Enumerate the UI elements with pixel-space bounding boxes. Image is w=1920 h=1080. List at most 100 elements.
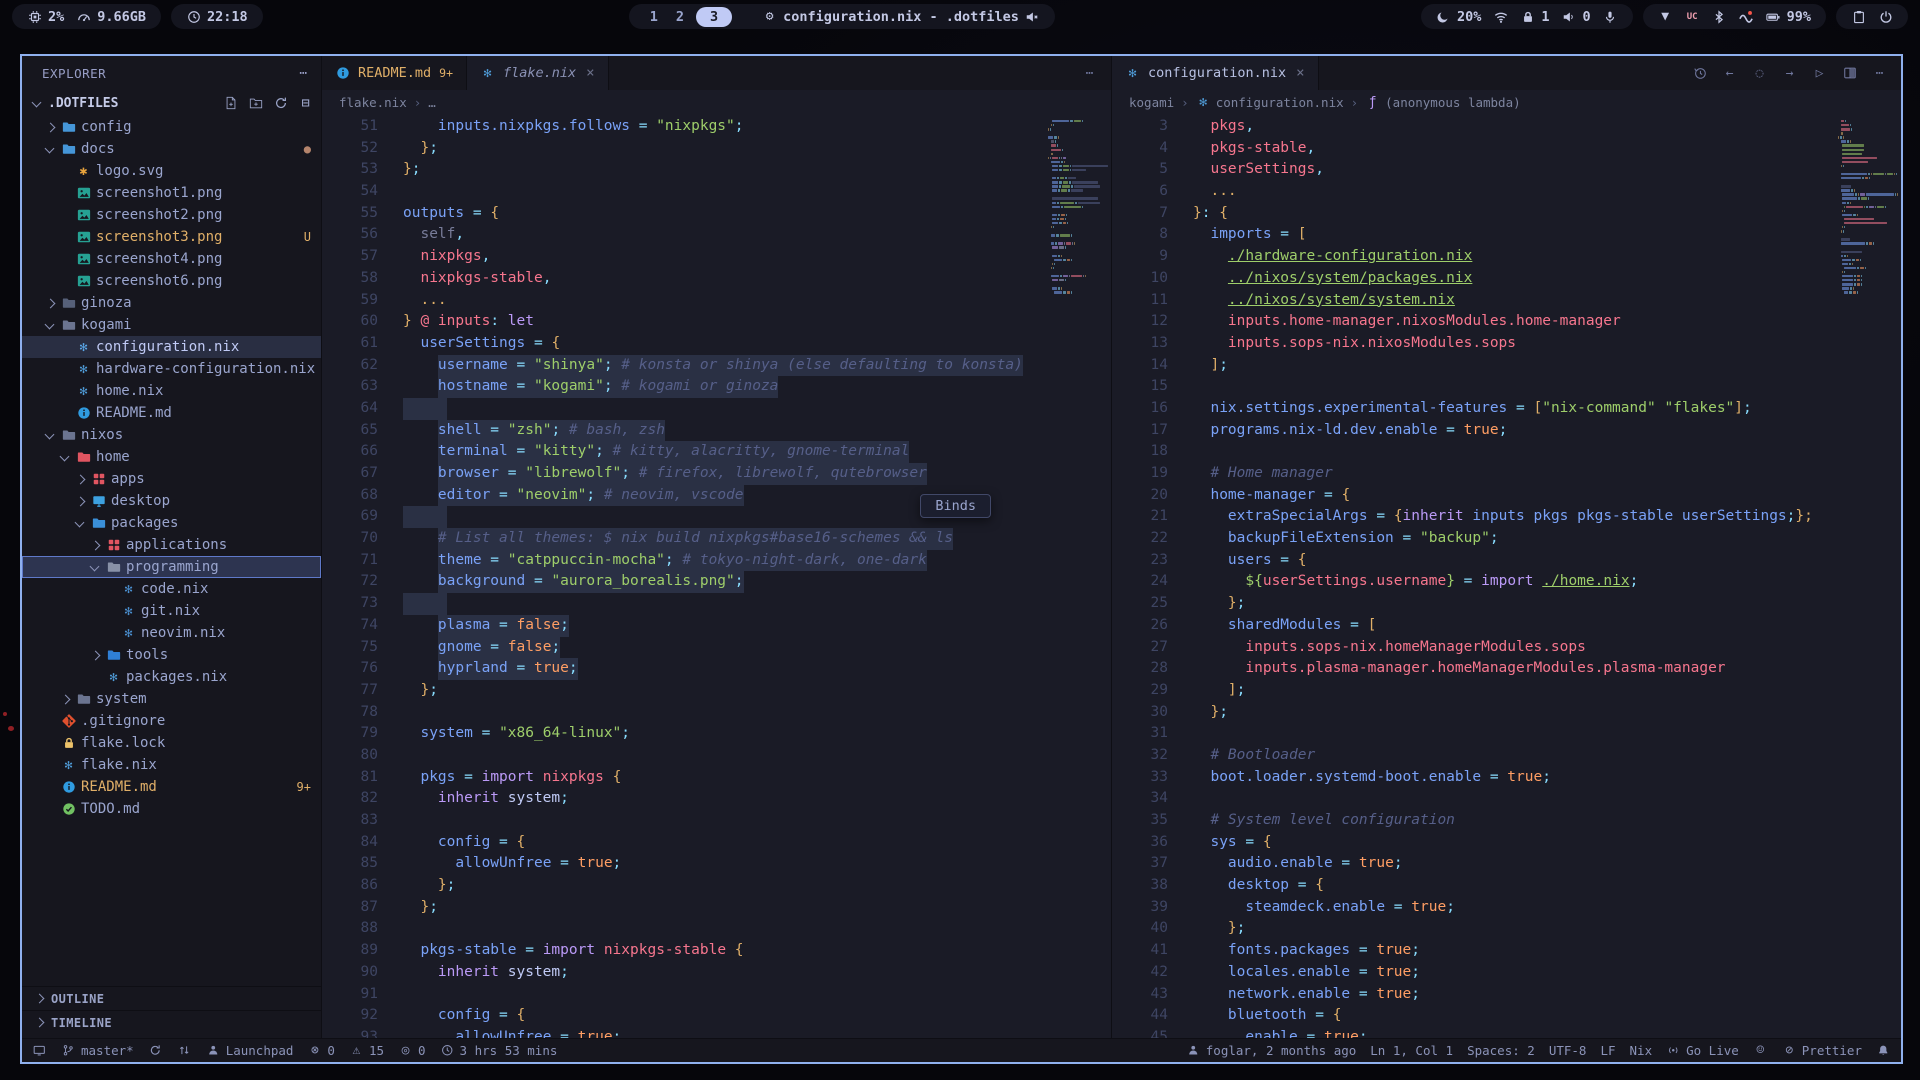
chevron-down-icon[interactable]: [58, 451, 71, 464]
circle-action-icon[interactable]: ◌: [1752, 66, 1767, 81]
code-area[interactable]: 3 pkgs,4 pkgs-stable,5 userSettings,6 ..…: [1112, 114, 1835, 1038]
tree-item-desktop[interactable]: desktop: [22, 490, 321, 512]
tree-item-tools[interactable]: tools: [22, 644, 321, 666]
tree-item-logo.svg[interactable]: ✱logo.svg: [22, 160, 321, 182]
breadcrumb-item[interactable]: ✻configuration.nix: [1196, 95, 1344, 110]
tree-item-screenshot6.png[interactable]: screenshot6.png: [22, 270, 321, 292]
brightness-indicator[interactable]: 20%: [1436, 9, 1481, 25]
tree-item-.gitignore[interactable]: .gitignore: [22, 710, 321, 732]
battery-indicator[interactable]: 99%: [1766, 9, 1811, 25]
statusbar-remote-indicator[interactable]: [32, 1043, 47, 1058]
tree-item-docs[interactable]: docs●: [22, 138, 321, 160]
chevron-down-icon[interactable]: [73, 517, 86, 530]
statusbar-indentation[interactable]: Spaces: 2: [1467, 1043, 1535, 1058]
tab-flake.nix[interactable]: ✻flake.nix×: [467, 56, 609, 90]
tree-item-home.nix[interactable]: ✻home.nix: [22, 380, 321, 402]
workspace-3[interactable]: 3: [696, 7, 732, 27]
fwdc-action-icon[interactable]: →: [1782, 66, 1797, 81]
tree-item-flake.lock[interactable]: flake.lock: [22, 732, 321, 754]
chevron-down-icon[interactable]: [43, 429, 56, 442]
chevron-down-icon[interactable]: [43, 319, 56, 332]
runc-action-icon[interactable]: ▷: [1812, 66, 1827, 81]
chevron-right-icon[interactable]: [88, 649, 101, 662]
tab-README.md[interactable]: README.md9+: [322, 56, 467, 90]
breadcrumb[interactable]: flake.nix›…: [322, 90, 1111, 114]
tree-item-programming[interactable]: programming: [22, 556, 321, 578]
tray-app-icon[interactable]: UC: [1685, 9, 1700, 24]
statusbar-git-branch[interactable]: master*: [61, 1043, 134, 1058]
tree-item-TODO.md[interactable]: TODO.md: [22, 798, 321, 820]
tree-item-config[interactable]: config: [22, 116, 321, 138]
statusbar-launchpad[interactable]: Launchpad: [206, 1043, 294, 1058]
tree-item-configuration.nix[interactable]: ✻configuration.nix: [22, 336, 321, 358]
statusbar-sync-changes[interactable]: [148, 1043, 163, 1058]
sidebar-section-timeline[interactable]: TIMELINE: [22, 1010, 321, 1034]
breadcrumb[interactable]: kogami›✻configuration.nix›ƒ(anonymous la…: [1112, 90, 1901, 114]
lock-indicator[interactable]: 1: [1520, 9, 1549, 25]
tray-device-icon[interactable]: [1739, 9, 1754, 24]
explorer-root-folder[interactable]: .DOTFILES ⊟: [22, 90, 321, 116]
tray-expand-icon[interactable]: ▼: [1658, 9, 1673, 24]
chevron-right-icon[interactable]: [73, 495, 86, 508]
statusbar-problems-errors[interactable]: ⊗0: [307, 1043, 335, 1058]
breadcrumb-item[interactable]: flake.nix: [339, 95, 407, 110]
bluetooth-icon[interactable]: [1712, 9, 1727, 24]
workspace-1[interactable]: 1: [644, 9, 664, 25]
tree-item-git.nix[interactable]: ✻git.nix: [22, 600, 321, 622]
tree-item-README.md[interactable]: README.md9+: [22, 776, 321, 798]
sidebar-section-outline[interactable]: OUTLINE: [22, 986, 321, 1010]
statusbar-cursor-position[interactable]: Ln 1, Col 1: [1370, 1043, 1453, 1058]
tree-item-screenshot2.png[interactable]: screenshot2.png: [22, 204, 321, 226]
statusbar-go-live[interactable]: Go Live: [1666, 1043, 1739, 1058]
split-action-icon[interactable]: [1842, 66, 1857, 81]
tree-item-apps[interactable]: apps: [22, 468, 321, 490]
new-folder-button[interactable]: [248, 96, 263, 111]
tree-item-packages.nix[interactable]: ✻packages.nix: [22, 666, 321, 688]
chevron-down-icon[interactable]: [43, 143, 56, 156]
statusbar-time-tracker[interactable]: 3 hrs 53 mins: [440, 1043, 558, 1058]
breadcrumb-item[interactable]: kogami: [1129, 95, 1174, 110]
statusbar-feedback-smiley[interactable]: ☺: [1753, 1043, 1768, 1058]
tree-item-flake.nix[interactable]: ✻flake.nix: [22, 754, 321, 776]
tree-item-system[interactable]: system: [22, 688, 321, 710]
power-icon[interactable]: [1878, 9, 1893, 24]
tree-item-ginoza[interactable]: ginoza: [22, 292, 321, 314]
close-icon[interactable]: ×: [1296, 65, 1304, 81]
tree-item-neovim.nix[interactable]: ✻neovim.nix: [22, 622, 321, 644]
new-file-button[interactable]: [223, 96, 238, 111]
statusbar-problems-warnings[interactable]: ⚠15: [349, 1043, 384, 1058]
statusbar-encoding[interactable]: UTF-8: [1549, 1043, 1587, 1058]
tree-item-nixos[interactable]: nixos: [22, 424, 321, 446]
explorer-more-actions-icon[interactable]: ⋯: [296, 66, 311, 81]
breadcrumb-item[interactable]: …: [428, 95, 436, 110]
tree-item-home[interactable]: home: [22, 446, 321, 468]
code-area[interactable]: 51 inputs.nixpkgs.follows = "nixpkgs";52…: [322, 114, 1045, 1038]
minimap[interactable]: [1835, 114, 1901, 1038]
tree-item-README.md[interactable]: README.md: [22, 402, 321, 424]
tree-item-kogami[interactable]: kogami: [22, 314, 321, 336]
tree-item-packages[interactable]: packages: [22, 512, 321, 534]
breadcrumb-item[interactable]: ƒ(anonymous lambda): [1365, 95, 1520, 110]
minimap[interactable]: [1045, 114, 1111, 1038]
workspace-2[interactable]: 2: [670, 9, 690, 25]
chevron-right-icon[interactable]: [43, 121, 56, 134]
chevron-down-icon[interactable]: [88, 561, 101, 574]
statusbar-language-mode[interactable]: Nix: [1630, 1043, 1653, 1058]
close-icon[interactable]: ×: [586, 65, 594, 81]
tree-item-screenshot4.png[interactable]: screenshot4.png: [22, 248, 321, 270]
statusbar-ports-indicator[interactable]: ◎0: [398, 1043, 426, 1058]
tree-item-hardware-configuration.nix[interactable]: ✻hardware-configuration.nix: [22, 358, 321, 380]
statusbar-eol[interactable]: LF: [1600, 1043, 1615, 1058]
chevron-right-icon[interactable]: [43, 297, 56, 310]
chevron-right-icon[interactable]: [58, 693, 71, 706]
refresh-explorer-button[interactable]: [273, 96, 288, 111]
tree-item-applications[interactable]: applications: [22, 534, 321, 556]
statusbar-gitlens-blame[interactable]: foglar, 2 months ago: [1186, 1043, 1357, 1058]
history-action-icon[interactable]: [1692, 66, 1707, 81]
tree-item-code.nix[interactable]: ✻code.nix: [22, 578, 321, 600]
chevron-right-icon[interactable]: [73, 473, 86, 486]
volume-indicator[interactable]: 0: [1561, 9, 1590, 25]
wifi-icon[interactable]: [1493, 9, 1508, 24]
statusbar-notifications-bell[interactable]: [1876, 1043, 1891, 1058]
clipboard-icon[interactable]: [1851, 9, 1866, 24]
